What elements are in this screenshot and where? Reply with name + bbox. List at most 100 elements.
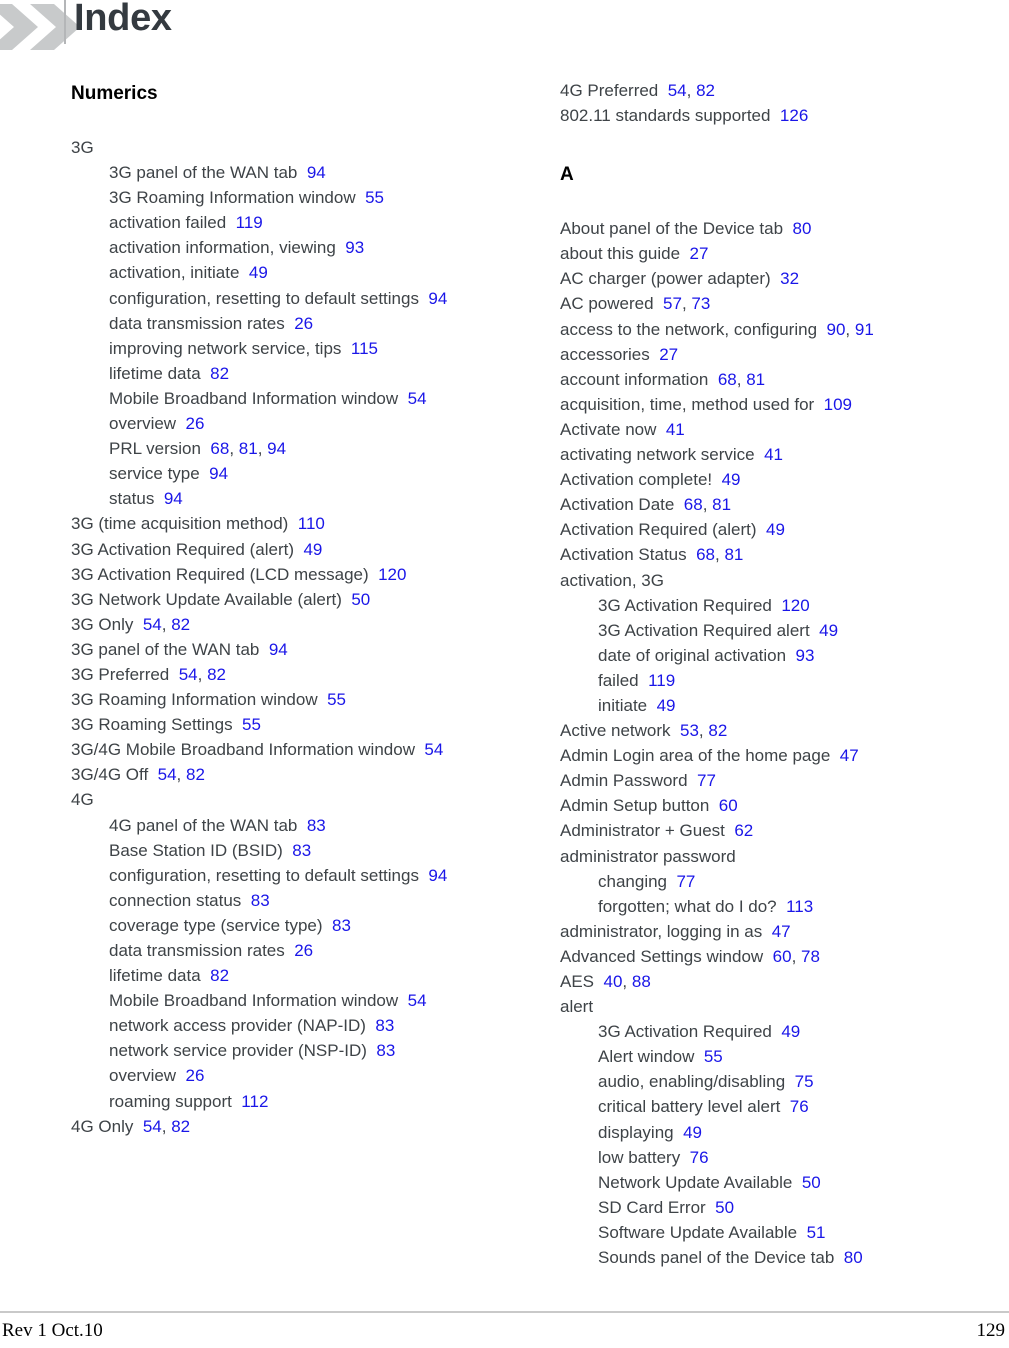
index-entry: activating network service 41	[560, 442, 976, 467]
page-number-link[interactable]: 54	[158, 765, 177, 784]
page-number-link[interactable]: 110	[298, 514, 325, 533]
page-number-link[interactable]: 83	[292, 841, 311, 860]
page-number-link[interactable]: 93	[796, 646, 815, 665]
page-number-link[interactable]: 115	[351, 339, 378, 358]
page-number-link[interactable]: 94	[209, 464, 228, 483]
page-number-link[interactable]: 55	[242, 715, 261, 734]
page-number-link[interactable]: 82	[210, 364, 229, 383]
page-number-link[interactable]: 81	[239, 439, 258, 458]
page-number-link[interactable]: 54	[408, 389, 427, 408]
page-number-link[interactable]: 62	[734, 821, 753, 840]
page-number-link[interactable]: 94	[269, 640, 288, 659]
page-number-link[interactable]: 49	[722, 470, 741, 489]
page-number-link[interactable]: 55	[704, 1047, 723, 1066]
page-number-link[interactable]: 82	[186, 765, 205, 784]
page-number-link[interactable]: 81	[746, 370, 765, 389]
page-number-link[interactable]: 50	[351, 590, 370, 609]
page-number-link[interactable]: 49	[683, 1123, 702, 1142]
page-number-link[interactable]: 68	[210, 439, 229, 458]
page-number-link[interactable]: 83	[332, 916, 351, 935]
page-number-link[interactable]: 54	[668, 81, 687, 100]
page-number-link[interactable]: 54	[143, 615, 162, 634]
page-number-link[interactable]: 68	[684, 495, 703, 514]
page-number-link[interactable]: 94	[307, 163, 326, 182]
page-number-link[interactable]: 76	[790, 1097, 809, 1116]
page-number-link[interactable]: 77	[676, 872, 695, 891]
page-number-link[interactable]: 80	[793, 219, 812, 238]
page-number-link[interactable]: 73	[691, 294, 710, 313]
page-number-link[interactable]: 81	[724, 545, 743, 564]
page-number-link[interactable]: 88	[632, 972, 651, 991]
page-number-link[interactable]: 82	[171, 1117, 190, 1136]
page-number-link[interactable]: 119	[236, 213, 263, 232]
page-number-link[interactable]: 50	[715, 1198, 734, 1217]
page-number-link[interactable]: 82	[696, 81, 715, 100]
page-number-link[interactable]: 26	[186, 414, 205, 433]
page-number-link[interactable]: 120	[781, 596, 809, 615]
page-number-link[interactable]: 49	[766, 520, 785, 539]
page-number-link[interactable]: 83	[375, 1016, 394, 1035]
page-number-link[interactable]: 26	[294, 314, 313, 333]
page-number-link[interactable]: 82	[171, 615, 190, 634]
page-number-link[interactable]: 26	[294, 941, 313, 960]
page-number-link[interactable]: 54	[424, 740, 443, 759]
page-number-link[interactable]: 55	[327, 690, 346, 709]
page-number-link[interactable]: 49	[249, 263, 268, 282]
page-number-link[interactable]: 50	[802, 1173, 821, 1192]
page-number-link[interactable]: 68	[696, 545, 715, 564]
page-number-link[interactable]: 47	[772, 922, 791, 941]
page-number-link[interactable]: 126	[780, 106, 808, 125]
index-entry-label: date of original activation	[598, 645, 787, 665]
page-number-link[interactable]: 81	[712, 495, 731, 514]
page-number-link[interactable]: 83	[376, 1041, 395, 1060]
page-number-link[interactable]: 82	[210, 966, 229, 985]
page-number-link[interactable]: 68	[718, 370, 737, 389]
page-number-link[interactable]: 119	[648, 671, 675, 690]
page-number-link[interactable]: 109	[824, 395, 852, 414]
page-number-link[interactable]: 41	[666, 420, 685, 439]
page-number-link[interactable]: 27	[659, 345, 678, 364]
page-number-link[interactable]: 94	[428, 866, 447, 885]
page-number-link[interactable]: 49	[819, 621, 838, 640]
page-number-link[interactable]: 60	[773, 947, 792, 966]
page-number-link[interactable]: 83	[251, 891, 270, 910]
page-number-link[interactable]: 93	[345, 238, 364, 257]
page-number-link[interactable]: 57	[663, 294, 682, 313]
page-number-link[interactable]: 49	[781, 1022, 800, 1041]
page-number-link[interactable]: 51	[807, 1223, 826, 1242]
page-number-link[interactable]: 49	[303, 540, 322, 559]
page-number-link[interactable]: 41	[764, 445, 783, 464]
index-entry: overview 26	[71, 1063, 487, 1088]
page-number-link[interactable]: 112	[241, 1092, 268, 1111]
page-number-link[interactable]: 94	[428, 289, 447, 308]
page-number-link[interactable]: 120	[378, 565, 406, 584]
page-number-link[interactable]: 49	[657, 696, 676, 715]
page-number-link[interactable]: 83	[307, 816, 326, 835]
page-number-link[interactable]: 32	[780, 269, 799, 288]
page-number-link[interactable]: 90	[826, 320, 845, 339]
page-number-link[interactable]: 40	[603, 972, 622, 991]
index-entry: activation, 3G	[560, 568, 976, 593]
page-number-link[interactable]: 82	[708, 721, 727, 740]
page-number-link[interactable]: 76	[690, 1148, 709, 1167]
page-number-link[interactable]: 27	[690, 244, 709, 263]
page-number-link[interactable]: 53	[680, 721, 699, 740]
page-number-link[interactable]: 77	[697, 771, 716, 790]
page-number-link[interactable]: 47	[840, 746, 859, 765]
index-entry-label: Mobile Broadband Information window	[109, 388, 399, 408]
page-number-link[interactable]: 75	[795, 1072, 814, 1091]
page-number-link[interactable]: 54	[143, 1117, 162, 1136]
page-number-link[interactable]: 94	[267, 439, 286, 458]
page-number-link[interactable]: 60	[719, 796, 738, 815]
page-number-link[interactable]: 91	[855, 320, 874, 339]
page-number-link[interactable]: 78	[801, 947, 820, 966]
page-number-link[interactable]: 82	[207, 665, 226, 684]
page-number-link[interactable]: 54	[408, 991, 427, 1010]
index-entry-label: AES	[560, 972, 595, 991]
page-number-link[interactable]: 26	[186, 1066, 205, 1085]
page-number-link[interactable]: 94	[164, 489, 183, 508]
page-number-link[interactable]: 113	[786, 897, 813, 916]
page-number-link[interactable]: 54	[179, 665, 198, 684]
page-number-link[interactable]: 80	[844, 1248, 863, 1267]
page-number-link[interactable]: 55	[365, 188, 384, 207]
